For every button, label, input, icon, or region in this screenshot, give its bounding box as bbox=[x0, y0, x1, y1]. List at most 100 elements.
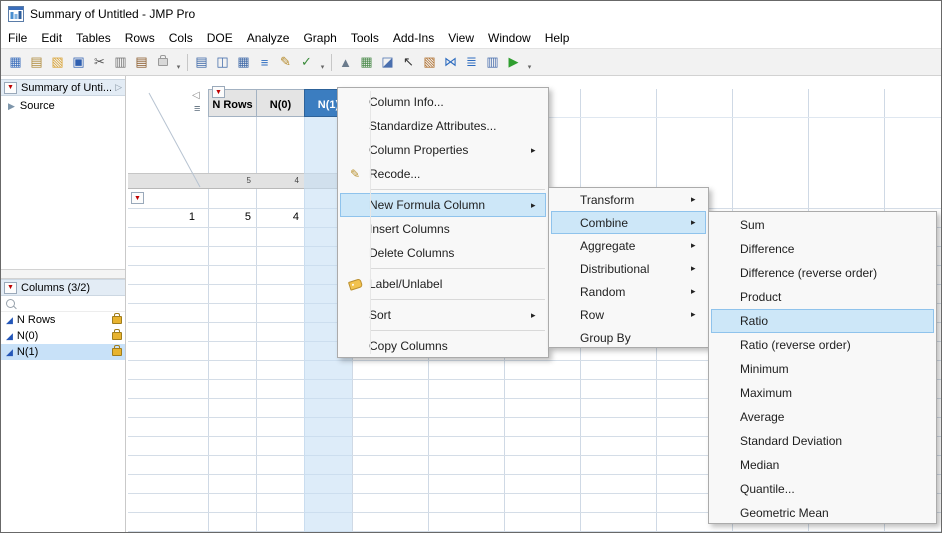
menu-item-product[interactable]: Product bbox=[711, 285, 934, 309]
menu-item-column-properties[interactable]: Column Properties ▸ bbox=[340, 138, 546, 162]
menubar-item-rows[interactable]: Rows bbox=[118, 28, 162, 48]
menu-item-insert-columns[interactable]: Insert Columns bbox=[340, 217, 546, 241]
menubar-item-cols[interactable]: Cols bbox=[162, 28, 200, 48]
menu-item-random[interactable]: Random ▸ bbox=[551, 280, 706, 303]
menu-item-group-by[interactable]: Group By bbox=[551, 326, 706, 349]
collapse-table-panel-icon[interactable]: ◁ bbox=[192, 91, 200, 101]
toolbar-overflow-icon[interactable]: ▾ bbox=[173, 52, 184, 73]
table-red-triangle-icon[interactable]: ▼ bbox=[4, 81, 17, 94]
new-column-icon[interactable]: ▦ bbox=[356, 52, 377, 73]
columns-view-icon[interactable]: ≡ bbox=[194, 104, 200, 115]
journal-icon[interactable]: ▤ bbox=[191, 52, 212, 73]
menubar-item-graph[interactable]: Graph bbox=[296, 28, 343, 48]
menu-item-ratio-reverse-order[interactable]: Ratio (reverse order) bbox=[711, 333, 934, 357]
rows-menu-red-triangle-icon[interactable]: ▼ bbox=[131, 192, 144, 204]
menubar-item-doe[interactable]: DOE bbox=[200, 28, 240, 48]
sort-icon[interactable]: ▲ bbox=[335, 52, 356, 73]
table-edit-icon[interactable]: ▧ bbox=[419, 52, 440, 73]
menu-item-label: Standardize Attributes... bbox=[369, 119, 497, 133]
menu-item-minimum[interactable]: Minimum bbox=[711, 357, 934, 381]
toolbar-separator bbox=[331, 53, 332, 71]
cell-row1-n-0[interactable]: 4 bbox=[256, 208, 304, 227]
menu-item-column-info[interactable]: Column Info... bbox=[340, 90, 546, 114]
annotate-icon[interactable]: ✎ bbox=[275, 52, 296, 73]
menu-item-ratio[interactable]: Ratio bbox=[711, 309, 934, 333]
menu-item-copy-columns[interactable]: Copy Columns bbox=[340, 334, 546, 358]
submenu-arrow-icon: ▸ bbox=[691, 240, 696, 250]
lock-icon bbox=[112, 345, 122, 356]
menu-item-difference-reverse-order[interactable]: Difference (reverse order) bbox=[711, 261, 934, 285]
columns-list-item-n-rows[interactable]: ◢ N Rows bbox=[1, 312, 125, 328]
paste-icon[interactable]: ▤ bbox=[131, 52, 152, 73]
jmp-window: Summary of Untitled - JMP Pro File Edit Ta… bbox=[0, 0, 942, 533]
menu-item-difference[interactable]: Difference bbox=[711, 237, 934, 261]
split-window-icon[interactable]: ▦ bbox=[233, 52, 254, 73]
columns-list-item-n-1[interactable]: ◢ N(1) bbox=[1, 344, 125, 360]
formula-check-icon[interactable]: ✓ bbox=[296, 52, 317, 73]
continuous-column-icon: ◢ bbox=[6, 314, 13, 325]
graph-window-icon[interactable]: ◪ bbox=[377, 52, 398, 73]
source-label: Source bbox=[19, 100, 55, 112]
menubar-item-tools[interactable]: Tools bbox=[344, 28, 386, 48]
menu-item-geometric-mean[interactable]: Geometric Mean bbox=[711, 501, 934, 525]
data-lock-icon[interactable] bbox=[152, 52, 173, 73]
columns-menu-red-triangle-icon[interactable]: ▼ bbox=[212, 86, 225, 98]
column-item-label: N Rows bbox=[16, 314, 56, 326]
lock-icon bbox=[112, 313, 122, 324]
menu-item-sum[interactable]: Sum bbox=[711, 213, 934, 237]
source-item[interactable]: ▶ Source bbox=[1, 96, 125, 112]
menu-item-maximum[interactable]: Maximum bbox=[711, 381, 934, 405]
cut-icon[interactable]: ✂ bbox=[89, 52, 110, 73]
menu-item-standardize-attributes[interactable]: Standardize Attributes... bbox=[340, 114, 546, 138]
menu-item-sort[interactable]: Sort ▸ bbox=[340, 303, 546, 327]
menubar-item-add-ins[interactable]: Add-Ins bbox=[386, 28, 441, 48]
menu-item-row[interactable]: Row ▸ bbox=[551, 303, 706, 326]
menubar-item-help[interactable]: Help bbox=[538, 28, 577, 48]
menu-item-average[interactable]: Average bbox=[711, 405, 934, 429]
menubar-item-window[interactable]: Window bbox=[481, 28, 538, 48]
menu-item-new-formula-column[interactable]: New Formula Column ▸ bbox=[340, 193, 546, 217]
toolbar-overflow-icon[interactable]: ▾ bbox=[524, 52, 535, 73]
menu-item-median[interactable]: Median bbox=[711, 453, 934, 477]
disclosure-triangle-icon[interactable]: ▶ bbox=[8, 101, 15, 111]
panel-splitter[interactable] bbox=[1, 269, 125, 279]
menu-item-recode[interactable]: ✎ Recode... bbox=[340, 162, 546, 186]
menubar-item-view[interactable]: View bbox=[441, 28, 481, 48]
save-icon[interactable]: ▣ bbox=[68, 52, 89, 73]
menu-item-quantile[interactable]: Quantile... bbox=[711, 477, 934, 501]
new-journal-icon[interactable]: ▤ bbox=[26, 52, 47, 73]
open-icon[interactable]: ▧ bbox=[47, 52, 68, 73]
selection-arrow-icon[interactable]: ↖ bbox=[398, 52, 419, 73]
menu-item-distributional[interactable]: Distributional ▸ bbox=[551, 257, 706, 280]
menu-item-delete-columns[interactable]: Delete Columns bbox=[340, 241, 546, 265]
run-script-icon[interactable]: ▶ bbox=[503, 52, 524, 73]
menubar-item-tables[interactable]: Tables bbox=[69, 28, 118, 48]
toolbar-overflow-icon[interactable]: ▾ bbox=[317, 52, 328, 73]
tabulate-icon[interactable]: ≡ bbox=[254, 52, 275, 73]
join-tables-icon[interactable]: ⋈ bbox=[440, 52, 461, 73]
menu-item-label: Copy Columns bbox=[369, 339, 448, 353]
submenu-arrow-icon: ▸ bbox=[691, 217, 696, 227]
menu-item-label-unlabel[interactable]: Label/Unlabel bbox=[340, 272, 546, 296]
menubar-item-file[interactable]: File bbox=[1, 28, 34, 48]
menubar-item-analyze[interactable]: Analyze bbox=[240, 28, 297, 48]
menu-item-aggregate[interactable]: Aggregate ▸ bbox=[551, 234, 706, 257]
columns-panel-header: ▼ Columns (3/2) bbox=[1, 279, 125, 296]
columns-list-item-n-0[interactable]: ◢ N(0) bbox=[1, 328, 125, 344]
menu-item-transform[interactable]: Transform ▸ bbox=[551, 188, 706, 211]
cell-row1-n-rows[interactable]: 5 bbox=[208, 208, 256, 227]
copy-icon[interactable]: ▥ bbox=[110, 52, 131, 73]
columns-red-triangle-icon[interactable]: ▼ bbox=[4, 281, 17, 294]
columns-search-box[interactable] bbox=[1, 296, 125, 312]
stack-columns-icon[interactable]: ≣ bbox=[461, 52, 482, 73]
panel-collapse-icon[interactable]: ▷ bbox=[115, 83, 122, 92]
column-header-n-0[interactable]: N(0) bbox=[256, 89, 305, 117]
lock-icon bbox=[112, 329, 122, 340]
menu-item-combine[interactable]: Combine ▸ bbox=[551, 211, 706, 234]
menu-item-standard-deviation[interactable]: Standard Deviation bbox=[711, 429, 934, 453]
layout-window-icon[interactable]: ◫ bbox=[212, 52, 233, 73]
menubar-item-edit[interactable]: Edit bbox=[34, 28, 69, 48]
toolbar-separator bbox=[187, 53, 188, 71]
new-data-table-icon[interactable]: ▦ bbox=[5, 52, 26, 73]
data-table-icon[interactable]: ▥ bbox=[482, 52, 503, 73]
